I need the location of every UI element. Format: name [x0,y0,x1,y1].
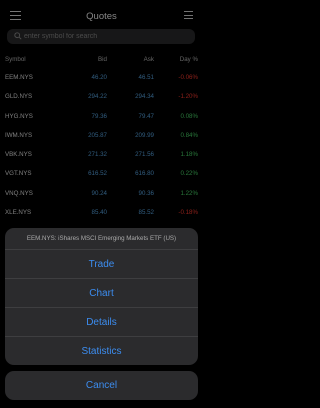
quotes-screen: Quotes Symbol Bid Ask Day % EEM.NYS 46.2… [0,0,203,408]
details-button[interactable]: Details [5,307,198,336]
trade-button[interactable]: Trade [5,249,198,278]
chart-button[interactable]: Chart [5,278,198,307]
statistics-button[interactable]: Statistics [5,336,198,365]
cancel-button[interactable]: Cancel [5,371,198,400]
action-sheet: EEM.NYS: iShares MSCI Emerging Markets E… [5,228,198,365]
action-sheet-title: EEM.NYS: iShares MSCI Emerging Markets E… [26,235,177,242]
